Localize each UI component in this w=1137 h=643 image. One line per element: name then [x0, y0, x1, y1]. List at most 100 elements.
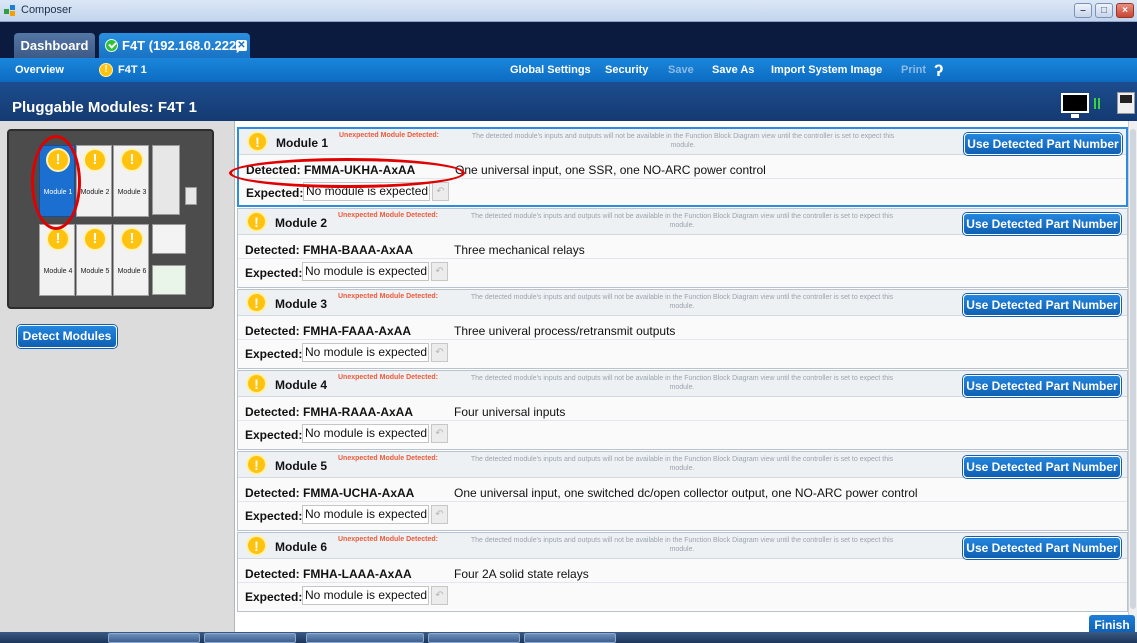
- slot-module-5[interactable]: ! Module 5: [76, 224, 112, 296]
- help-icon[interactable]: ʔ: [934, 61, 943, 81]
- module-header: ! Module 1 Unexpected Module Detected: The …: [239, 129, 1126, 155]
- use-detected-part-number-button[interactable]: Use Detected Part Number: [963, 456, 1121, 478]
- monitor-icon[interactable]: [1061, 93, 1089, 118]
- detected-part-number: FMHA-RAAA-AxAA: [303, 405, 414, 419]
- unexpected-module-text: The detected module's inputs and outputs…: [470, 456, 894, 472]
- detected-description: Four universal inputs: [454, 405, 566, 419]
- module-card: ! Module 4 Unexpected Module Detected: The …: [237, 370, 1128, 450]
- detected-label: Detected:: [245, 243, 300, 257]
- close-tab-icon[interactable]: ✕: [236, 40, 247, 51]
- ethernet-port: [152, 224, 186, 254]
- module-name: Module 5: [275, 459, 328, 473]
- use-detected-part-number-button[interactable]: Use Detected Part Number: [964, 133, 1122, 155]
- expected-module-field[interactable]: No module is expected: [302, 586, 429, 605]
- network-port: [152, 265, 186, 295]
- menu-import-system-image[interactable]: Import System Image: [771, 58, 882, 82]
- page-header: Pluggable Modules: F4T 1: [0, 82, 1137, 121]
- divider: [238, 339, 1127, 340]
- window-titlebar: Composer – □ ×: [0, 0, 1137, 22]
- module-header: ! Module 5 Unexpected Module Detected: The …: [238, 452, 1127, 478]
- detected-part: Detected: FMHA-RAAA-AxAA: [245, 405, 413, 419]
- taskbar-item[interactable]: [524, 633, 616, 643]
- expected-dropdown-button[interactable]: ↶: [431, 424, 448, 443]
- scrollbar[interactable]: [1128, 121, 1137, 632]
- use-detected-part-number-button[interactable]: Use Detected Part Number: [963, 537, 1121, 559]
- menu-save[interactable]: Save: [668, 58, 694, 82]
- menu-device[interactable]: F4T 1: [118, 58, 147, 82]
- page-title: Pluggable Modules: F4T 1: [12, 99, 198, 116]
- expected-module-field[interactable]: No module is expected: [302, 505, 429, 524]
- window-title: Composer: [21, 4, 72, 16]
- slot-label: Module 5: [80, 268, 110, 275]
- module-header: ! Module 2 Unexpected Module Detected: The …: [238, 209, 1127, 235]
- expected-module-field[interactable]: No module is expected: [302, 424, 429, 443]
- use-detected-part-number-button[interactable]: Use Detected Part Number: [963, 375, 1121, 397]
- maximize-button[interactable]: □: [1095, 3, 1113, 18]
- expected-label: Expected:: [245, 347, 303, 361]
- module-name: Module 2: [275, 216, 328, 230]
- module-name: Module 3: [275, 297, 328, 311]
- unexpected-module-label: Unexpected Module Detected:: [338, 374, 438, 381]
- tab-device-label: F4T (192.168.0.222): [122, 38, 241, 53]
- warning-icon: !: [83, 148, 107, 172]
- unexpected-module-text: The detected module's inputs and outputs…: [470, 537, 894, 553]
- expected-label: Expected:: [246, 186, 304, 200]
- warning-icon: !: [120, 148, 144, 172]
- warning-icon: !: [83, 227, 107, 251]
- taskbar-item[interactable]: [108, 633, 200, 643]
- slot-module-2[interactable]: ! Module 2: [76, 145, 112, 217]
- expected-dropdown-button[interactable]: ↶: [431, 586, 448, 605]
- warning-icon: !: [246, 535, 267, 556]
- slot-module-6[interactable]: ! Module 6: [113, 224, 149, 296]
- detected-description: Three univeral process/retransmit output…: [454, 324, 676, 338]
- controller-icon[interactable]: [1117, 92, 1135, 114]
- unexpected-module-label: Unexpected Module Detected:: [338, 455, 438, 462]
- expected-dropdown-button[interactable]: ↶: [431, 343, 448, 362]
- menu-save-as[interactable]: Save As: [712, 58, 754, 82]
- menu-print[interactable]: Print: [901, 58, 926, 82]
- warning-icon: !: [246, 292, 267, 313]
- expected-module-field[interactable]: No module is expected: [302, 262, 429, 281]
- expected-dropdown-button[interactable]: ↶: [432, 182, 449, 201]
- unexpected-module-text: The detected module's inputs and outputs…: [471, 133, 895, 149]
- minimize-button[interactable]: –: [1074, 3, 1092, 18]
- slot-module-4[interactable]: ! Module 4: [39, 224, 75, 296]
- slot-module-3[interactable]: ! Module 3: [113, 145, 149, 217]
- expected-module-field[interactable]: No module is expected: [302, 343, 429, 362]
- warning-icon: !: [247, 131, 268, 152]
- module-header: ! Module 3 Unexpected Module Detected: The …: [238, 290, 1127, 316]
- menu-security[interactable]: Security: [605, 58, 648, 82]
- menu-global-settings[interactable]: Global Settings: [510, 58, 591, 82]
- expected-label: Expected:: [245, 509, 303, 523]
- use-detected-part-number-button[interactable]: Use Detected Part Number: [963, 294, 1121, 316]
- detect-modules-button[interactable]: Detect Modules: [17, 325, 117, 348]
- divider: [238, 420, 1127, 421]
- divider: [238, 582, 1127, 583]
- taskbar-item[interactable]: [204, 633, 296, 643]
- warning-icon: !: [99, 63, 113, 77]
- menu-overview[interactable]: Overview: [15, 58, 64, 82]
- module-card: ! Module 5 Unexpected Module Detected: The …: [237, 451, 1128, 531]
- detected-description: One universal input, one switched dc/ope…: [454, 486, 918, 500]
- detected-part-number: FMHA-LAAA-AxAA: [303, 567, 412, 581]
- use-detected-part-number-button[interactable]: Use Detected Part Number: [963, 213, 1121, 235]
- close-window-button[interactable]: ×: [1116, 3, 1134, 18]
- expected-dropdown-button[interactable]: ↶: [431, 262, 448, 281]
- unexpected-module-text: The detected module's inputs and outputs…: [470, 294, 894, 310]
- composer-app-icon: [4, 5, 15, 16]
- scrollbar-thumb[interactable]: [1130, 129, 1136, 609]
- taskbar-item[interactable]: [428, 633, 520, 643]
- expected-dropdown-button[interactable]: ↶: [431, 505, 448, 524]
- warning-icon: !: [46, 227, 70, 251]
- tab-dashboard[interactable]: Dashboard: [14, 33, 95, 58]
- divider: [238, 501, 1127, 502]
- detected-part: Detected: FMMA-UCHA-AxAA: [245, 486, 414, 500]
- expected-label: Expected:: [245, 428, 303, 442]
- detected-label: Detected:: [245, 486, 300, 500]
- taskbar-item[interactable]: [306, 633, 424, 643]
- unexpected-module-label: Unexpected Module Detected:: [339, 132, 439, 139]
- slot-label: Module 4: [43, 268, 73, 275]
- module-card: ! Module 2 Unexpected Module Detected: The …: [237, 208, 1128, 288]
- tab-device[interactable]: F4T (192.168.0.222) ✕: [99, 33, 250, 58]
- signal-bars-icon: [1094, 98, 1100, 109]
